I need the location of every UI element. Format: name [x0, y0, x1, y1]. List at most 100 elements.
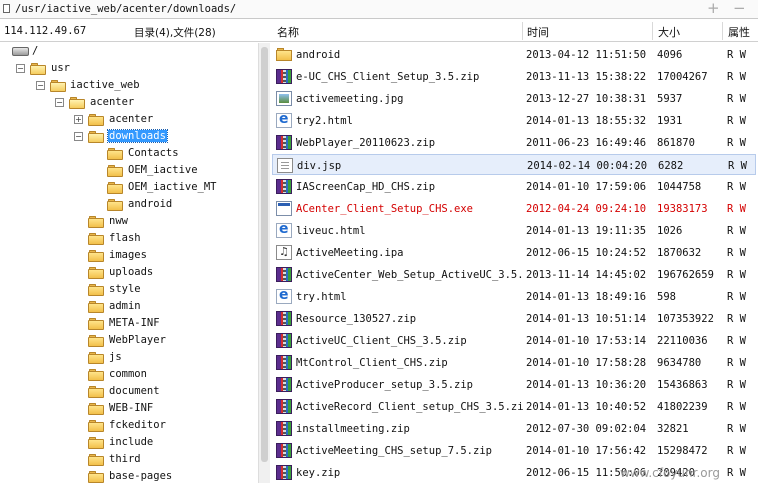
tree-item-android[interactable]: android — [0, 196, 258, 213]
file-time: 2014-01-13 10:40:52 — [526, 401, 647, 413]
file-attributes: R W — [727, 291, 746, 303]
file-row[interactable]: ActiveMeeting.ipa 2012-06-15 10:24:52 1870… — [272, 242, 756, 263]
file-row[interactable]: WebPlayer_20110623.zip 2011-06-23 16:49:4… — [272, 132, 756, 153]
file-size: 22110036 — [657, 335, 708, 347]
file-attributes: R W — [727, 115, 746, 127]
file-row[interactable]: installmeeting.zip 2012-07-30 09:02:04 328… — [272, 418, 756, 439]
file-row[interactable]: liveuc.html 2014-01-13 19:11:35 1026 R W — [272, 220, 756, 241]
file-row[interactable]: activemeeting.jpg 2013-12-27 10:38:31 5937… — [272, 88, 756, 109]
file-size: 1044758 — [657, 181, 702, 193]
folder-icon — [88, 369, 104, 381]
tree-item-third[interactable]: third — [0, 451, 258, 468]
tree-item-js[interactable]: js — [0, 349, 258, 366]
zip-archive-icon — [276, 333, 292, 348]
file-row[interactable]: IAScreenCap_HD_CHS.zip 2014-01-10 17:59:0… — [272, 176, 756, 197]
tree-item-usr[interactable]: − usr — [0, 60, 258, 77]
file-row[interactable]: try2.html 2014-01-13 18:55:32 1931 R W — [272, 110, 756, 131]
expand-icon[interactable]: + — [74, 115, 83, 124]
tree-scrollbar-thumb[interactable] — [261, 47, 268, 462]
tree-item-label: usr — [51, 62, 70, 74]
file-size: 9634780 — [657, 357, 702, 369]
file-attributes: R W — [727, 247, 746, 259]
file-row[interactable]: e-UC_CHS_Client_Setup_3.5.zip 2013-11-13 … — [272, 66, 756, 87]
tree-item-images[interactable]: images — [0, 247, 258, 264]
collapse-icon[interactable]: − — [36, 81, 45, 90]
tree-item-meta-inf[interactable]: META-INF — [0, 315, 258, 332]
file-time: 2014-02-14 00:04:20 — [527, 160, 648, 172]
tree-item-base-pages[interactable]: base-pages — [0, 468, 258, 483]
tree-item-common[interactable]: common — [0, 366, 258, 383]
zip-archive-icon — [276, 377, 292, 392]
folder-icon — [88, 454, 104, 466]
file-name: IAScreenCap_HD_CHS.zip — [296, 181, 436, 193]
folder-open-icon — [88, 131, 104, 143]
collapse-icon[interactable]: − — [55, 98, 64, 107]
tree-item-iactive-web[interactable]: − iactive_web — [0, 77, 258, 94]
file-row[interactable]: ActiveRecord_Client_setup_CHS_3.5.zip 201… — [272, 396, 756, 417]
remove-button[interactable]: − — [733, 0, 746, 17]
tree-item-contacts[interactable]: Contacts — [0, 145, 258, 162]
tree-item-fckeditor[interactable]: fckeditor — [0, 417, 258, 434]
tree-item-label: flash — [109, 232, 141, 244]
tree-item-webplayer[interactable]: WebPlayer — [0, 332, 258, 349]
tree-item-include[interactable]: include — [0, 434, 258, 451]
file-row[interactable]: ActiveProducer_setup_3.5.zip 2014-01-13 1… — [272, 374, 756, 395]
file-row[interactable]: Resource_130527.zip 2014-01-13 10:51:14 10… — [272, 308, 756, 329]
column-header-attr[interactable]: 属性 — [728, 24, 750, 40]
file-time: 2014-01-13 19:11:35 — [526, 225, 647, 237]
folder-icon — [88, 233, 104, 245]
tree-item-web-inf[interactable]: WEB-INF — [0, 400, 258, 417]
html-file-icon — [276, 111, 292, 128]
tree-item-nww[interactable]: nww — [0, 213, 258, 230]
tree-item-root[interactable]: / — [0, 43, 258, 60]
column-header-size[interactable]: 大小 — [658, 24, 680, 40]
current-path[interactable]: /usr/iactive_web/acenter/downloads/ — [15, 3, 236, 15]
column-divider[interactable] — [522, 22, 523, 40]
tree-item-oem-iactive[interactable]: OEM_iactive — [0, 162, 258, 179]
column-header-name[interactable]: 名称 — [277, 24, 299, 40]
folder-icon — [107, 199, 123, 211]
file-row[interactable]: try.html 2014-01-13 18:49:16 598 R W — [272, 286, 756, 307]
tree-item-label: WebPlayer — [109, 334, 166, 346]
watermark: www.cfoyunr.org — [620, 466, 720, 480]
file-row[interactable]: MtControl_Client_CHS.zip 2014-01-10 17:58… — [272, 352, 756, 373]
file-icon — [3, 4, 10, 13]
tree-item-uploads[interactable]: uploads — [0, 264, 258, 281]
file-row[interactable]: ActiveMeeting_CHS_setup_7.5.zip 2014-01-1… — [272, 440, 756, 461]
file-size: 1870632 — [657, 247, 702, 259]
tree-item-label-selected: downloads — [107, 129, 168, 143]
collapse-icon[interactable]: − — [74, 132, 83, 141]
tree-item-label: iactive_web — [70, 79, 140, 91]
folder-icon — [88, 114, 104, 126]
tree-item-style[interactable]: style — [0, 281, 258, 298]
file-list: android 2013-04-12 11:51:50 4096 R We-UC_CH… — [270, 44, 758, 483]
tree-item-acenter-child[interactable]: + acenter — [0, 111, 258, 128]
add-button[interactable]: + — [707, 0, 720, 17]
file-row[interactable]: android 2013-04-12 11:51:50 4096 R W — [272, 44, 756, 65]
file-attributes: R W — [727, 423, 746, 435]
file-row[interactable]: div.jsp 2014-02-14 00:04:20 6282 R W — [272, 154, 756, 175]
tree-item-document[interactable]: document — [0, 383, 258, 400]
tree-item-admin[interactable]: admin — [0, 298, 258, 315]
tree-item-downloads[interactable]: − downloads — [0, 128, 258, 145]
file-row[interactable]: ActiveUC_Client_CHS_3.5.zip 2014-01-10 17… — [272, 330, 756, 351]
file-name: ACenter_Client_Setup_CHS.exe — [296, 203, 474, 215]
file-row[interactable]: ActiveCenter_Web_Setup_ActiveUC_3.5... 20… — [272, 264, 756, 285]
file-name: android — [296, 49, 341, 61]
tree-item-label: js — [109, 351, 122, 363]
tree-item-label: base-pages — [109, 470, 173, 482]
tree-item-acenter[interactable]: − acenter — [0, 94, 258, 111]
collapse-icon[interactable]: − — [16, 64, 25, 73]
file-attributes: R W — [727, 225, 746, 237]
file-row[interactable]: ACenter_Client_Setup_CHS.exe 2012-04-24 0… — [272, 198, 756, 219]
column-divider[interactable] — [652, 22, 653, 40]
column-divider[interactable] — [722, 22, 723, 40]
folder-icon — [88, 284, 104, 296]
file-time: 2013-12-27 10:38:31 — [526, 93, 647, 105]
column-header-time[interactable]: 时间 — [527, 24, 549, 40]
file-name: ActiveMeeting.ipa — [296, 247, 404, 259]
tree-item-oem-iactive-mt[interactable]: OEM_iactive_MT — [0, 179, 258, 196]
tree-item-flash[interactable]: flash — [0, 230, 258, 247]
file-size: 5937 — [657, 93, 683, 105]
file-size: 861870 — [657, 137, 695, 149]
